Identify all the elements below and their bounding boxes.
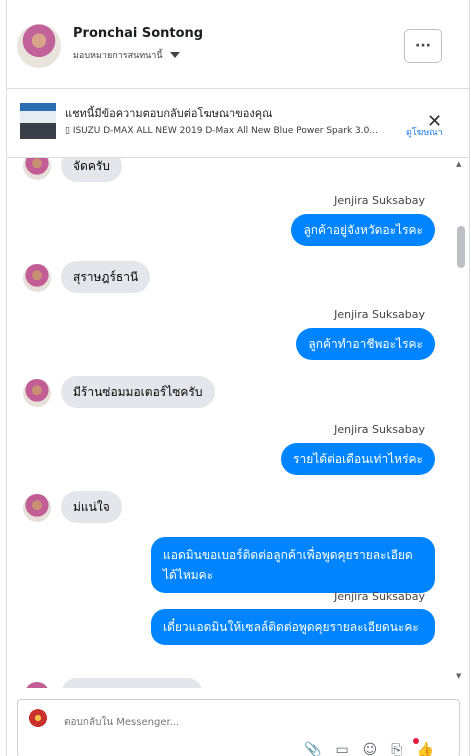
contact-avatar[interactable] xyxy=(17,24,61,68)
outgoing-message[interactable]: ลูกค้าอยู่จังหวัดอะไรคะ xyxy=(291,214,435,246)
ad-description: ▯ ISUZU D-MAX ALL NEW 2019 D-Max All New… xyxy=(65,126,378,136)
close-icon[interactable]: ✕ xyxy=(427,111,442,132)
reply-composer: 📎 ▭ ☺ ⎘ 👍 xyxy=(17,699,460,756)
ad-reply-banner: แชทนี้มีข้อความตอบกลับต่อโฆษณาของคุณ ▯ I… xyxy=(7,89,469,158)
reply-input[interactable] xyxy=(62,711,396,733)
outgoing-message[interactable]: รายได้ต่อเดือนเท่าไหร่คะ xyxy=(281,443,435,475)
sender-name: Jenjira Suksabay xyxy=(334,423,425,436)
incoming-message-partial[interactable] xyxy=(61,678,203,688)
contact-avatar-small xyxy=(23,494,51,522)
label-icon[interactable]: ⎘ xyxy=(391,742,402,756)
like-icon[interactable]: 👍 xyxy=(416,742,433,756)
paperclip-icon[interactable]: 📎 xyxy=(304,742,321,756)
contact-avatar-small xyxy=(23,379,51,407)
assign-conversation-dropdown[interactable]: มอบหมายการสนทนานี้ xyxy=(73,48,180,62)
conversation-header: Pronchai Sontong มอบหมายการสนทนานี้ ··· xyxy=(7,0,469,89)
outgoing-message[interactable]: ลูกค้าทำอาชีพอะไรคะ xyxy=(296,328,435,360)
more-options-button[interactable]: ··· xyxy=(404,29,442,63)
caret-down-icon xyxy=(169,52,180,58)
ad-thumbnail[interactable] xyxy=(20,103,56,139)
contact-avatar-small xyxy=(23,264,51,292)
composer-toolbar: 📎 ▭ ☺ ⎘ 👍 xyxy=(304,742,434,756)
contact-name[interactable]: Pronchai Sontong xyxy=(73,26,203,41)
notification-dot xyxy=(413,738,419,744)
sender-name: Jenjira Suksabay xyxy=(334,308,425,321)
outgoing-message[interactable]: เดี๋ยวแอดมินให้เซลล์ติดต่อพูดคุยรายละเอี… xyxy=(151,609,435,645)
outgoing-message[interactable]: แอดมินขอเบอร์ติดต่อลูกค้าเพื่อพูดคุยรายล… xyxy=(151,537,435,593)
contact-avatar-small xyxy=(23,682,51,688)
message-list: จัดครับ Jenjira Suksabay ลูกค้าอยู่จังหว… xyxy=(7,158,469,688)
incoming-message[interactable]: มีร้านซ่อมมอเตอร์ไซครับ xyxy=(61,376,215,408)
incoming-message[interactable]: จัดครับ xyxy=(61,158,122,182)
contact-avatar-small xyxy=(23,158,51,180)
page-avatar xyxy=(28,709,48,729)
saved-reply-icon[interactable]: ▭ xyxy=(335,742,348,756)
sender-name: Jenjira Suksabay xyxy=(334,590,425,603)
incoming-message[interactable]: สุราษฎร์ธานี xyxy=(61,261,151,293)
emoji-icon[interactable]: ☺ xyxy=(363,742,378,756)
incoming-message[interactable]: ม่แน่ใจ xyxy=(61,491,122,523)
ad-banner-title: แชทนี้มีข้อความตอบกลับต่อโฆษณาของคุณ xyxy=(65,107,273,120)
assign-conversation-label: มอบหมายการสนทนานี้ xyxy=(73,51,163,61)
sender-name: Jenjira Suksabay xyxy=(334,194,425,207)
chat-panel: Pronchai Sontong มอบหมายการสนทนานี้ ··· … xyxy=(6,0,470,756)
